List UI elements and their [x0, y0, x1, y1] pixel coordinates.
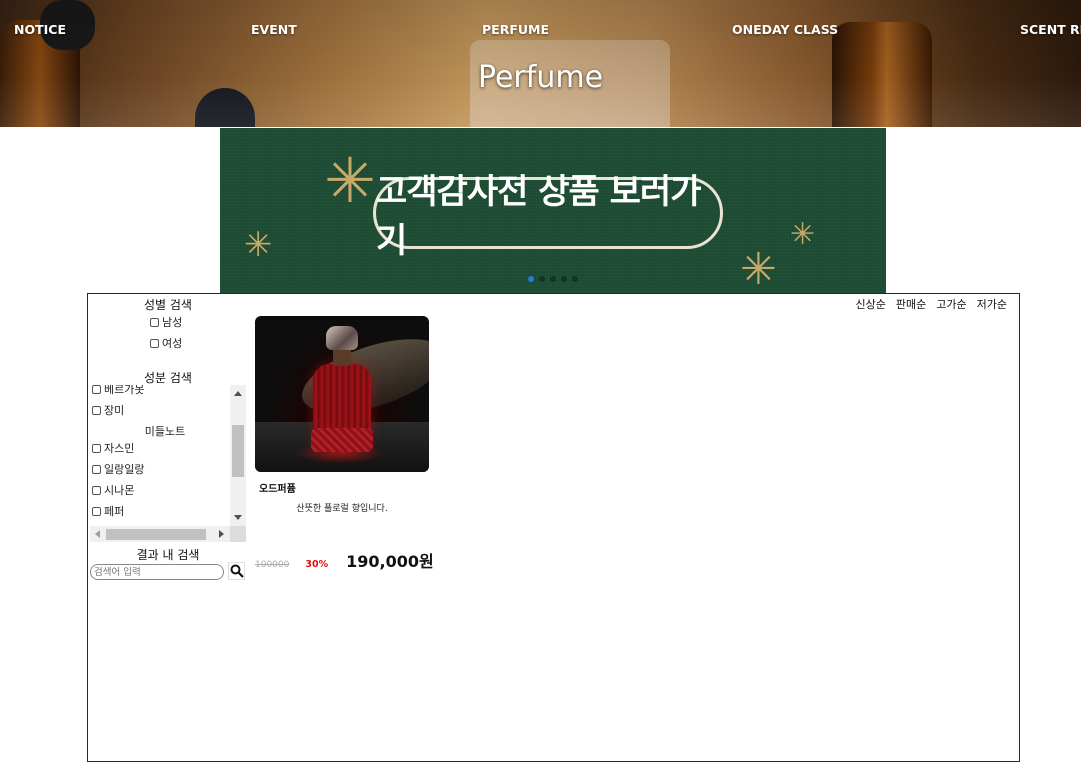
- ingredient-option[interactable]: 자스민: [92, 440, 134, 456]
- nav-perfume[interactable]: PERFUME: [482, 22, 549, 37]
- search-icon: [230, 564, 244, 578]
- checkbox[interactable]: [92, 443, 101, 453]
- sort-options: 신상순 판매순 고가순 저가순: [856, 296, 1008, 312]
- sparkle-icon: ✳: [324, 144, 376, 217]
- checkbox[interactable]: [150, 317, 159, 327]
- nav-event[interactable]: EVENT: [251, 22, 297, 37]
- scroll-up-icon[interactable]: [234, 391, 242, 396]
- page-title: Perfume: [477, 60, 604, 95]
- checkbox[interactable]: [150, 338, 159, 348]
- ingredient-option[interactable]: 페퍼: [92, 503, 124, 519]
- nav-oneday-class[interactable]: ONEDAY CLASS: [732, 22, 838, 37]
- sort-price-high[interactable]: 고가순: [936, 296, 966, 312]
- scrollbar-thumb[interactable]: [106, 529, 206, 540]
- slider-dot[interactable]: [572, 276, 578, 282]
- scroll-down-icon[interactable]: [234, 515, 242, 520]
- slider-dots: [528, 276, 578, 282]
- ingredient-option[interactable]: 장미: [92, 402, 124, 418]
- middle-note-heading: 미들노트: [144, 425, 186, 438]
- sort-newest[interactable]: 신상순: [856, 296, 886, 312]
- slider-dot[interactable]: [528, 276, 534, 282]
- vertical-scrollbar[interactable]: [230, 385, 246, 526]
- sort-price-low[interactable]: 저가순: [977, 296, 1007, 312]
- ingredient-scroll-list[interactable]: 베르가못 장미 미들노트 자스민 일랑일랑 시나몬 페퍼: [90, 385, 246, 545]
- scrollbar-corner: [230, 526, 246, 542]
- ingredient-option[interactable]: 시나몬: [92, 482, 134, 498]
- slider-dot[interactable]: [550, 276, 556, 282]
- product-image[interactable]: [255, 316, 429, 472]
- checkbox[interactable]: [92, 506, 101, 516]
- slider-dot[interactable]: [539, 276, 545, 282]
- nav-notice[interactable]: NOTICE: [14, 22, 66, 37]
- checkbox[interactable]: [92, 385, 101, 394]
- checkbox[interactable]: [92, 405, 101, 415]
- banner-cta-text[interactable]: 고객감사전 상품 보러가기: [373, 172, 723, 261]
- main-nav: NOTICE EVENT PERFUME ONEDAY CLASS SCENT …: [0, 22, 1081, 40]
- product-content-area: 성별 검색 남성 여성 성분 검색 베르가못 장미 미들노트 자스민 일랑일랑 …: [87, 293, 1020, 762]
- scroll-right-icon[interactable]: [219, 530, 224, 538]
- header-hero: NOTICE EVENT PERFUME ONEDAY CLASS SCENT …: [0, 0, 1081, 127]
- slider-dot[interactable]: [561, 276, 567, 282]
- nav-scent[interactable]: SCENT RE: [1020, 22, 1081, 37]
- product-description: 산뜻한 플로럴 향입니다.: [296, 504, 388, 514]
- ingredient-filter-title: 성분 검색: [144, 371, 192, 385]
- price-row: 100000 30% 190,000원: [255, 548, 455, 572]
- sale-price: 190,000원: [346, 552, 434, 571]
- ingredient-option[interactable]: 일랑일랑: [92, 461, 144, 477]
- search-button[interactable]: [228, 562, 245, 580]
- ingredient-option[interactable]: 베르가못: [92, 385, 144, 397]
- product-card[interactable]: 오드퍼퓸 산뜻한 플로럴 향입니다. 100000 30% 190,000원: [255, 316, 435, 571]
- sort-best-selling[interactable]: 판매순: [896, 296, 926, 312]
- gender-option-male[interactable]: 남성: [150, 314, 182, 330]
- discount-rate: 30%: [305, 559, 329, 570]
- scrollbar-thumb[interactable]: [232, 425, 244, 477]
- result-search-input[interactable]: [90, 564, 224, 580]
- scroll-left-icon[interactable]: [95, 530, 100, 538]
- gender-filter-title: 성별 검색: [144, 298, 192, 312]
- checkbox[interactable]: [92, 464, 101, 474]
- sparkle-icon: ✳: [244, 225, 273, 265]
- original-price: 100000: [255, 560, 290, 570]
- sparkle-icon: ✳: [790, 217, 816, 252]
- horizontal-scrollbar[interactable]: [90, 526, 230, 542]
- product-name[interactable]: 오드퍼퓸: [259, 480, 435, 495]
- result-search-title: 결과 내 검색: [136, 548, 200, 562]
- sparkle-icon: ✳: [740, 244, 777, 293]
- filter-sidebar: 성별 검색 남성 여성 성분 검색 베르가못 장미 미들노트 자스민 일랑일랑 …: [88, 294, 248, 594]
- gender-option-female[interactable]: 여성: [150, 335, 182, 351]
- checkbox[interactable]: [92, 485, 101, 495]
- promo-banner[interactable]: ✳ ✳ ✳ ✳ 고객감사전 상품 보러가기: [220, 128, 886, 293]
